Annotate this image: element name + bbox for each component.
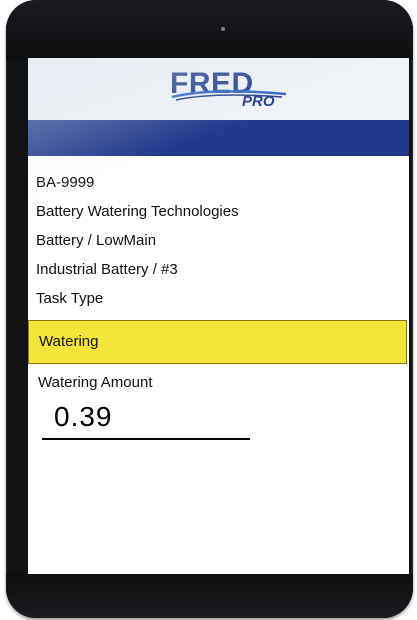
- tablet-top-bezel: [6, 0, 413, 60]
- app-screen: FRED PRO BA-9999 Battery Watering Techno…: [28, 58, 409, 574]
- task-type-label: Task Type: [36, 290, 104, 307]
- front-camera-icon: [221, 27, 225, 31]
- header: FRED PRO: [28, 58, 409, 120]
- battery-info-list: BA-9999 Battery Watering Technologies Ba…: [28, 168, 409, 313]
- title-bar: [28, 120, 409, 156]
- battery-type: Battery / LowMain: [36, 232, 157, 249]
- task-type-select[interactable]: Watering: [28, 320, 407, 364]
- logo-pro-text: PRO: [242, 93, 275, 110]
- battery-unit: Industrial Battery / #3: [36, 261, 178, 278]
- battery-id: BA-9999: [36, 174, 95, 191]
- tablet-frame: FRED PRO BA-9999 Battery Watering Techno…: [6, 0, 413, 618]
- company-name: Battery Watering Technologies: [36, 203, 239, 220]
- amount-input-underline: [42, 438, 250, 440]
- tablet-bottom-bezel: [6, 574, 413, 618]
- watering-amount-label: Watering Amount: [38, 374, 153, 391]
- fred-pro-logo: FRED PRO: [170, 68, 290, 116]
- watering-amount-input[interactable]: 0.39: [54, 400, 113, 434]
